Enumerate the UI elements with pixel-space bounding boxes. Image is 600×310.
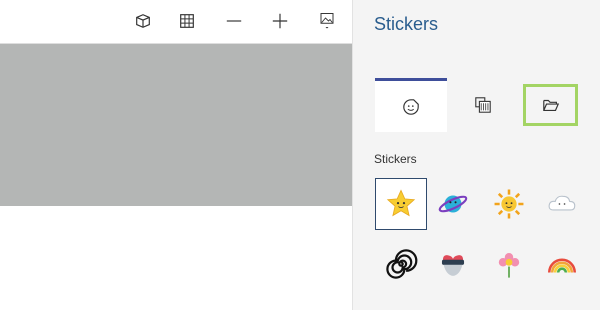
heart-glasses-sticker-icon (441, 255, 465, 276)
3d-view-button[interactable] (130, 8, 156, 34)
sticker-star[interactable] (375, 178, 427, 230)
3d-view-icon (136, 14, 150, 28)
view-toolbar (0, 0, 352, 44)
tab-textures[interactable] (447, 78, 519, 132)
sticker-smiley-icon (403, 98, 419, 115)
sticker-rainbow[interactable] (536, 238, 588, 290)
sun-sticker-icon (494, 189, 524, 219)
tab-stickers[interactable] (375, 78, 447, 132)
rainbow-sticker-icon (547, 258, 577, 273)
texture-icon (475, 97, 491, 113)
sticker-flower[interactable] (483, 238, 535, 290)
zoom-out-icon (226, 20, 242, 22)
sticker-sun[interactable] (483, 178, 535, 230)
panel-title: Stickers (374, 14, 439, 34)
grid-icon (180, 14, 194, 28)
planet-sticker-icon (438, 195, 468, 213)
sticker-tabs (353, 78, 600, 134)
zoom-in-icon (272, 13, 288, 29)
folder-icon (542, 99, 559, 111)
sticker-spiral[interactable] (375, 238, 427, 290)
sticker-cloud[interactable] (536, 178, 588, 230)
canvas-area (0, 0, 352, 310)
image-icon (320, 13, 334, 29)
cloud-sticker-icon (548, 195, 576, 211)
flower-sticker-icon (498, 252, 520, 278)
section-label: Stickers (374, 152, 417, 166)
sticker-planet[interactable] (427, 178, 479, 230)
zoom-in-button[interactable] (267, 8, 293, 34)
spiral-sticker-icon (386, 249, 418, 279)
star-sticker-icon (386, 189, 416, 217)
tab-open-folder[interactable] (523, 84, 578, 126)
drawing-canvas[interactable] (0, 44, 352, 206)
stickers-panel: Stickers Stickers (352, 0, 600, 310)
image-button[interactable] (314, 8, 340, 34)
zoom-out-button[interactable] (221, 8, 247, 34)
grid-button[interactable] (174, 8, 200, 34)
sticker-heart-glasses[interactable] (427, 238, 479, 290)
